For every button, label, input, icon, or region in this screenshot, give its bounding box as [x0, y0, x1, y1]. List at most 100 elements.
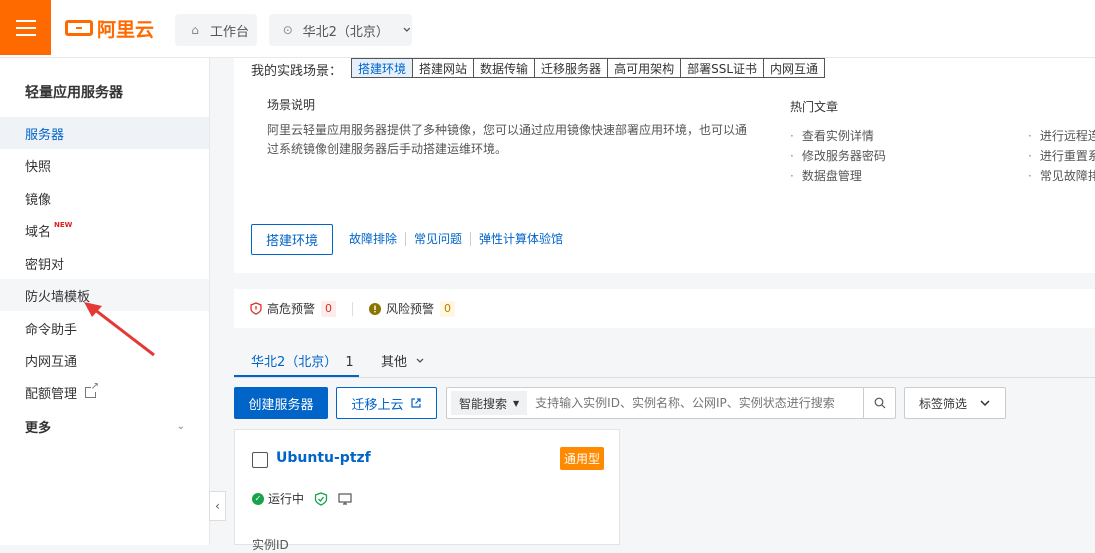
migrate-label: 迁移上云 — [351, 397, 404, 413]
risk-count: 0 — [440, 300, 456, 317]
search-mode-select[interactable]: 智能搜索 ▼ — [451, 391, 528, 415]
aliyun-logo-icon — [65, 20, 93, 36]
sidebar-item-label: 更多 — [25, 420, 52, 436]
hot-article-link[interactable]: 进行重置系 — [1028, 146, 1095, 166]
hot-article-link[interactable]: 查看实例详情 — [790, 126, 886, 146]
top-bar: 阿里云 ⌂ 工作台 ⊙ 华北2（北京） — [0, 0, 1095, 58]
sidebar-item-more[interactable]: 更多 ⌄ — [0, 410, 209, 442]
status-label: 运行中 — [268, 492, 305, 506]
scenario-tab-setup-env[interactable]: 搭建环境 — [351, 58, 414, 78]
hot-article-link[interactable]: 修改服务器密码 — [790, 146, 886, 166]
region-tabs: 华北2（北京） 1 其他 — [234, 345, 1095, 378]
hot-articles-title: 热门文章 — [790, 100, 839, 114]
alerts-bar: 高危预警 0 风险预警 0 — [234, 289, 1095, 328]
sidebar-item-label: 配额管理 — [25, 386, 78, 402]
logo-text: 阿里云 — [97, 18, 155, 41]
hot-article-link[interactable]: 数据盘管理 — [790, 166, 886, 186]
help-links: 故障排除 常见问题 弹性计算体验馆 — [349, 232, 571, 246]
instance-card: Ubuntu-ptzf 通用型 ✓ 运行中 实例ID — [234, 429, 620, 552]
chevron-left-icon: ‹ — [215, 499, 220, 513]
sidebar-item-label: 内网互通 — [25, 354, 78, 370]
troubleshoot-link[interactable]: 故障排除 — [349, 232, 405, 246]
scenario-label: 我的实践场景： — [251, 64, 343, 79]
scenario-card: 我的实践场景： 搭建环境 搭建网站 数据传输 迁移服务器 高可用架构 部署SSL… — [234, 58, 1095, 273]
scenario-tabs: 搭建环境 搭建网站 数据传输 迁移服务器 高可用架构 部署SSL证书 内网互通 — [351, 58, 826, 78]
hot-articles-col2: 进行远程连 进行重置系 常见故障排 — [1028, 126, 1095, 186]
scenario-tab-data-transfer[interactable]: 数据传输 — [473, 58, 536, 78]
warning-icon — [369, 302, 382, 315]
faq-link[interactable]: 常见问题 — [405, 232, 470, 246]
region-label: 华北2（北京） — [302, 24, 389, 40]
active-tab-indicator — [234, 375, 359, 377]
workbench-label: 工作台 — [210, 24, 250, 40]
sidebar-item-label: 快照 — [25, 159, 52, 175]
aliyun-logo[interactable]: 阿里云 — [65, 16, 155, 41]
instance-search: 智能搜索 ▼ — [446, 387, 896, 419]
search-button[interactable] — [863, 388, 895, 418]
scenario-tab-intranet[interactable]: 内网互通 — [763, 58, 826, 78]
scenario-tab-setup-site[interactable]: 搭建网站 — [412, 58, 475, 78]
hot-articles-col1: 查看实例详情 修改服务器密码 数据盘管理 — [790, 126, 886, 186]
home-icon: ⌂ — [191, 23, 199, 37]
sidebar-item-label: 密钥对 — [25, 257, 65, 273]
tab-region-other[interactable]: 其他 — [381, 351, 425, 370]
instance-checkbox[interactable] — [252, 452, 268, 468]
tag-filter-label: 标签筛选 — [918, 396, 967, 411]
scenario-tab-ssl[interactable]: 部署SSL证书 — [680, 58, 764, 78]
region-tab-label: 其他 — [381, 355, 408, 370]
sidebar-title: 轻量应用服务器 — [25, 85, 123, 101]
search-icon — [874, 397, 885, 409]
annotation-arrow — [84, 302, 155, 357]
caret-down-icon: ▼ — [513, 398, 520, 408]
region-tab-count: 1 — [345, 355, 354, 370]
region-tab-label: 华北2（北京） — [251, 355, 338, 370]
setup-env-button[interactable]: 搭建环境 — [251, 224, 333, 255]
scenario-desc-title: 场景说明 — [267, 98, 316, 112]
risk-alert[interactable]: 风险预警 0 — [369, 300, 456, 317]
search-input[interactable] — [527, 395, 863, 411]
sidebar-item-label: 命令助手 — [25, 322, 78, 338]
chevron-down-icon: ⌄ — [176, 420, 185, 432]
instance-name-link[interactable]: Ubuntu-ptzf — [276, 450, 371, 466]
sidebar-item-label: 服务器 — [25, 127, 65, 143]
search-mode-label: 智能搜索 — [459, 396, 508, 411]
scenario-desc-text: 阿里云轻量应用服务器提供了多种镜像，您可以通过应用镜像快速部署应用环境，也可以通… — [267, 123, 748, 156]
monitor-icon — [338, 492, 352, 505]
chevron-down-icon — [403, 27, 411, 32]
external-link-icon — [410, 398, 421, 408]
shield-check-icon — [314, 491, 328, 506]
collapse-sidebar-button[interactable]: ‹ — [209, 491, 226, 521]
high-risk-label: 高危预警 — [267, 302, 316, 316]
hot-article-link[interactable]: 进行远程连 — [1028, 126, 1095, 146]
sidebar-item-servers[interactable]: 服务器 — [0, 117, 209, 149]
scenario-tab-ha[interactable]: 高可用架构 — [607, 58, 682, 78]
external-link-icon — [85, 381, 100, 398]
tab-region-beijing[interactable]: 华北2（北京） 1 — [251, 351, 354, 370]
chevron-down-icon — [980, 400, 990, 407]
sidebar-item-quota[interactable]: 配额管理 — [0, 376, 209, 408]
divider — [352, 301, 354, 316]
sidebar-item-images[interactable]: 镜像 — [0, 182, 209, 214]
shield-alert-icon — [250, 302, 262, 315]
sidebar-item-label: 域名 — [25, 224, 52, 240]
migrate-button[interactable]: 迁移上云 — [336, 387, 437, 419]
tag-filter-button[interactable]: 标签筛选 — [904, 387, 1006, 419]
high-risk-alert[interactable]: 高危预警 0 — [250, 300, 337, 317]
location-pin-icon: ⊙ — [282, 23, 293, 37]
sidebar-item-snapshots[interactable]: 快照 — [0, 149, 209, 181]
create-server-button[interactable]: 创建服务器 — [234, 387, 328, 419]
workbench-button[interactable]: ⌂ 工作台 — [175, 14, 257, 46]
new-badge: NEW — [54, 221, 73, 229]
sidebar-item-label: 镜像 — [25, 192, 52, 208]
high-risk-count: 0 — [321, 300, 337, 317]
sidebar-item-keypairs[interactable]: 密钥对 — [0, 247, 209, 279]
experience-hall-link[interactable]: 弹性计算体验馆 — [470, 232, 571, 246]
chevron-down-icon — [416, 358, 424, 363]
region-selector[interactable]: ⊙ 华北2（北京） — [269, 14, 412, 46]
instance-type-badge: 通用型 — [560, 447, 605, 470]
sidebar-item-domains[interactable]: 域名 NEW — [0, 214, 209, 246]
risk-label: 风险预警 — [386, 302, 435, 316]
scenario-tab-migrate[interactable]: 迁移服务器 — [534, 58, 609, 78]
hot-article-link[interactable]: 常见故障排 — [1028, 166, 1095, 186]
menu-icon[interactable] — [0, 0, 51, 55]
